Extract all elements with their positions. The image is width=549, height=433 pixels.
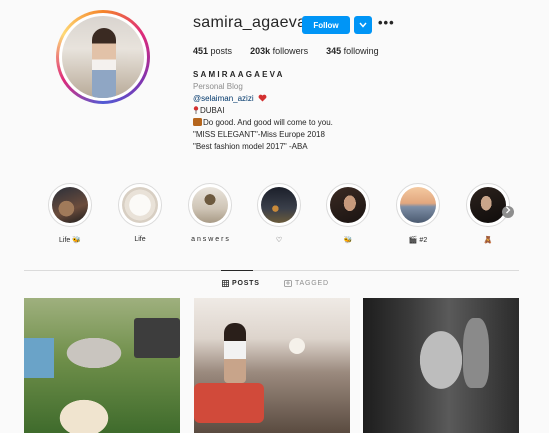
- post-detail: [24, 338, 54, 378]
- highlight-cover: [52, 187, 88, 223]
- highlight-ring: [396, 183, 440, 227]
- highlight-cover: [470, 187, 506, 223]
- followers-count[interactable]: 203k followers: [250, 46, 308, 56]
- tab-posts-label: POSTS: [232, 280, 260, 287]
- highlight-clapper-2[interactable]: 🎬 #2: [396, 183, 440, 244]
- tab-posts[interactable]: POSTS: [222, 280, 260, 287]
- highlight-ring: [118, 183, 162, 227]
- highlight-life[interactable]: Life: [118, 183, 162, 243]
- post-thumbnail[interactable]: [24, 298, 180, 433]
- highlight-cover: [122, 187, 158, 223]
- bear-icon: [193, 118, 202, 126]
- highlight-answers[interactable]: a n s w e r s: [188, 183, 232, 243]
- highlight-label: 🎬 #2: [408, 237, 428, 244]
- chevron-down-icon: [359, 22, 367, 28]
- highlight-ring: [466, 183, 510, 227]
- active-tab-indicator: [221, 270, 253, 271]
- bio-line-1: Do good. And good will come to you.: [193, 118, 333, 127]
- highlight-bee[interactable]: 🐝: [326, 183, 370, 244]
- highlight-ring: [188, 183, 232, 227]
- highlight-label: 🧸: [483, 237, 493, 244]
- suggested-dropdown-button[interactable]: [354, 16, 372, 34]
- post-thumbnail[interactable]: [194, 298, 350, 433]
- profile-avatar[interactable]: [56, 10, 150, 104]
- bio-line-2: "MISS ELEGANT"-Miss Europe 2018: [193, 130, 325, 139]
- highlight-label: Life 🐝: [59, 237, 81, 244]
- bio-line-3: "Best fashion model 2017" -ABA: [193, 142, 308, 151]
- highlight-label: Life: [134, 236, 146, 243]
- highlight-cover: [400, 187, 436, 223]
- highlight-label: a n s w e r s: [191, 236, 229, 243]
- highlight-cover: [192, 187, 228, 223]
- post-detail: [289, 338, 305, 354]
- highlight-ring: [326, 183, 370, 227]
- bio-location-line: DUBAI: [193, 106, 224, 115]
- bio-full-name: SAMIRAAGAEVA: [193, 70, 285, 79]
- post-detail: [194, 383, 264, 423]
- highlight-cover: [261, 187, 297, 223]
- following-count[interactable]: 345 following: [326, 46, 379, 56]
- bio-category: Personal Blog: [193, 82, 243, 91]
- tab-tagged-label: TAGGED: [295, 280, 329, 287]
- bio-mention-line: @selaiman_azizi: [193, 94, 267, 103]
- avatar-figure: [92, 28, 116, 98]
- follow-button[interactable]: Follow: [302, 16, 350, 34]
- chevron-right-icon: [506, 206, 511, 214]
- post-detail: [224, 323, 246, 383]
- pin-icon: [193, 106, 199, 114]
- bio-location: DUBAI: [200, 106, 225, 115]
- highlight-label: ♡: [275, 237, 283, 244]
- highlight-heart[interactable]: ♡: [257, 183, 301, 244]
- highlight-cover: [330, 187, 366, 223]
- highlights-next-button[interactable]: [502, 206, 514, 218]
- post-detail: [463, 318, 489, 388]
- profile-stats: 451 posts 203k followers 345 following: [193, 46, 379, 56]
- highlight-label: 🐝: [343, 237, 353, 244]
- grid-icon: [222, 280, 229, 287]
- tabs-divider: [24, 270, 519, 271]
- tab-tagged[interactable]: TAGGED: [284, 280, 329, 287]
- bio-mention-link[interactable]: @selaiman_azizi: [193, 94, 254, 103]
- tag-icon: [284, 280, 292, 287]
- highlight-ring: [257, 183, 301, 227]
- options-more-button[interactable]: •••: [378, 15, 395, 30]
- profile-username: samira_agaeva_: [193, 14, 316, 31]
- post-detail: [134, 318, 180, 358]
- avatar-image: [62, 16, 144, 98]
- posts-count: 451 posts: [193, 46, 233, 56]
- highlight-life-bee[interactable]: Life 🐝: [48, 183, 92, 244]
- highlight-ring: [48, 183, 92, 227]
- bio-text-1: Do good. And good will come to you.: [203, 118, 333, 127]
- post-thumbnail[interactable]: [363, 298, 519, 433]
- heart-icon: [258, 94, 267, 102]
